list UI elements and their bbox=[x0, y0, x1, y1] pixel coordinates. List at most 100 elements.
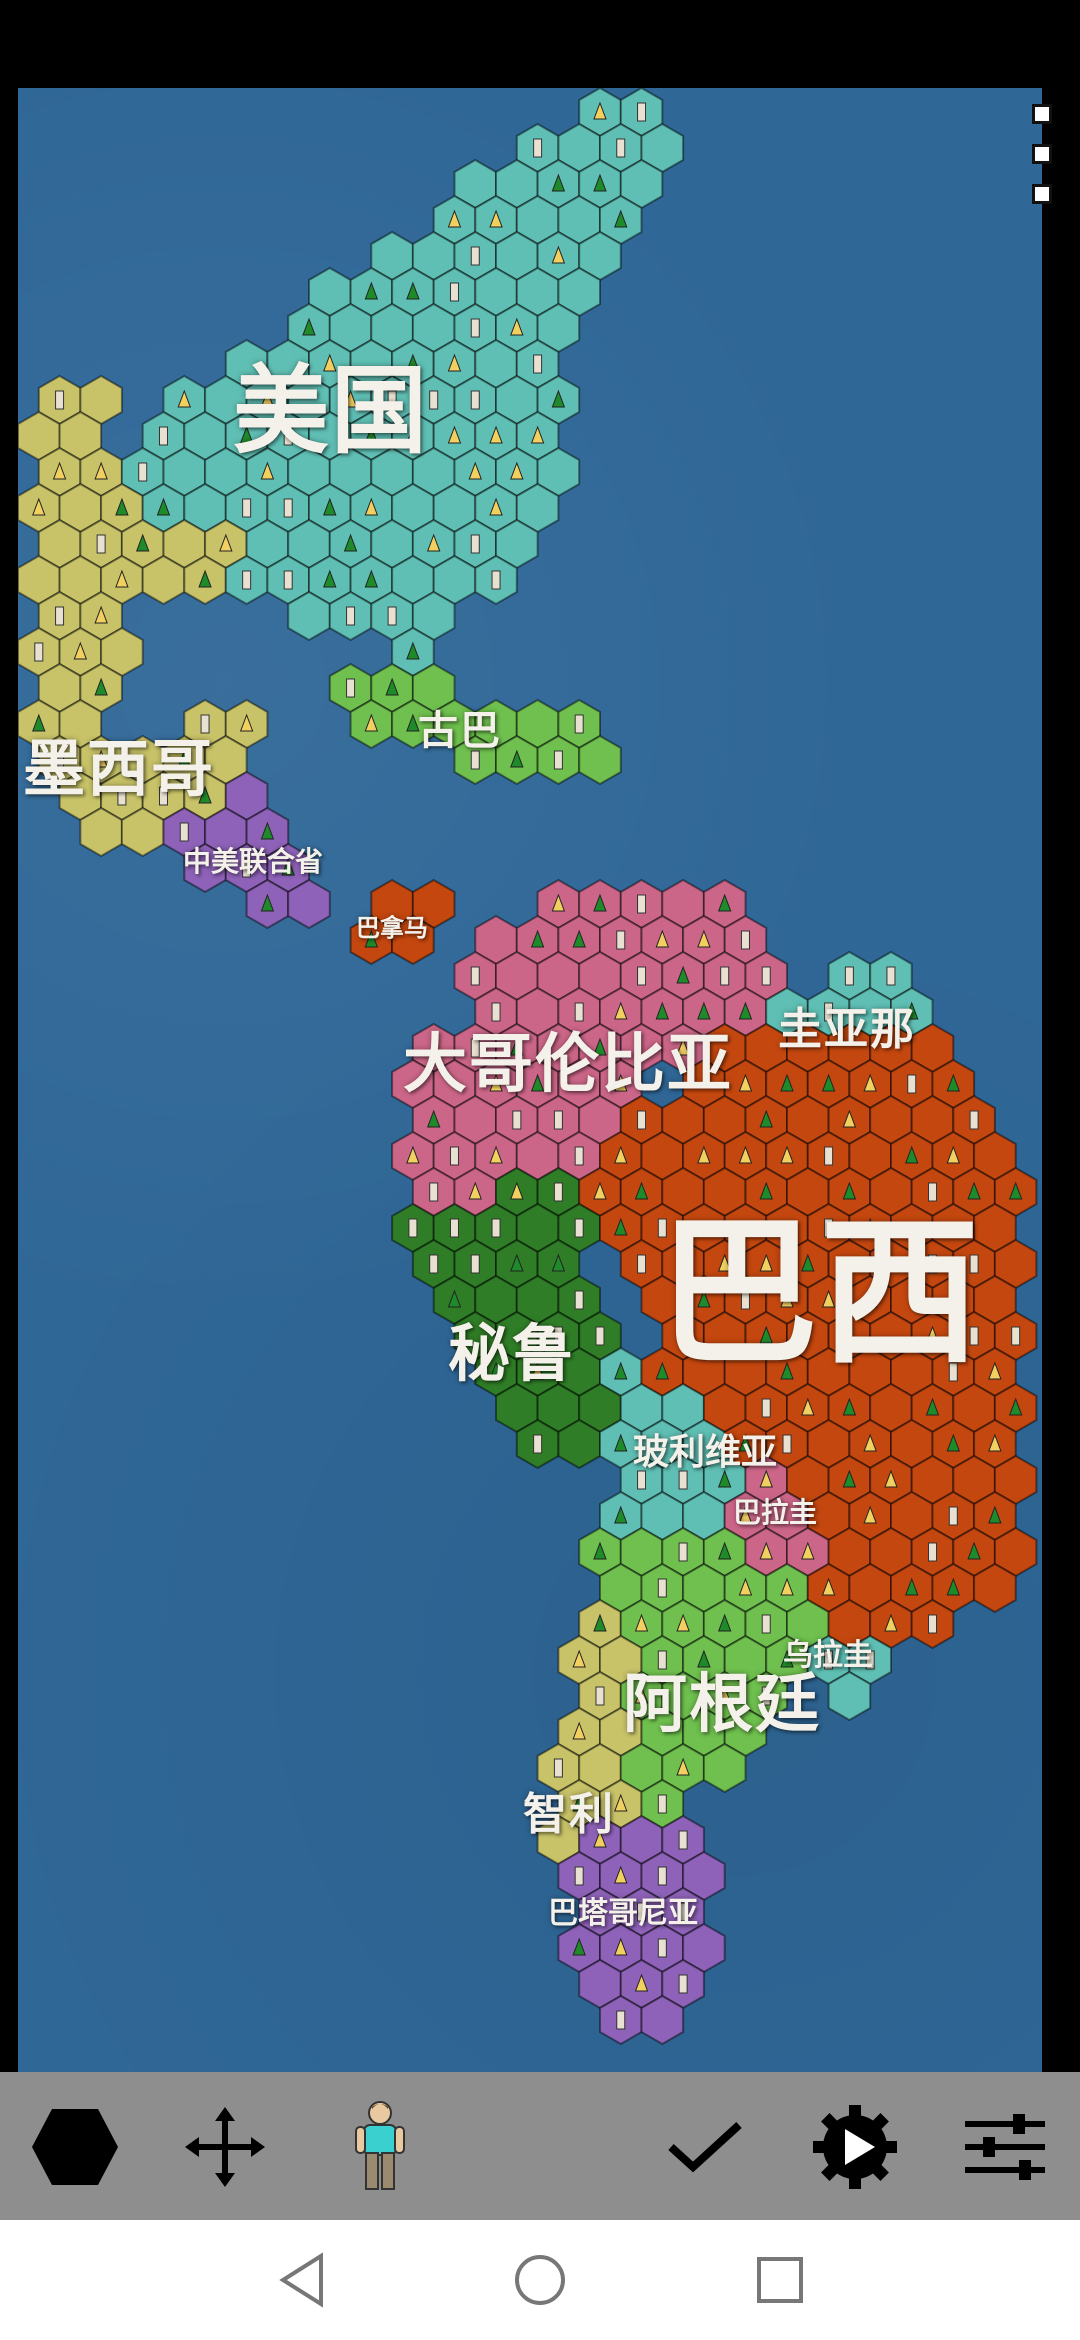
tower-icon bbox=[512, 1110, 522, 1130]
tower-icon bbox=[720, 966, 730, 986]
tower-icon bbox=[533, 354, 543, 374]
tower-icon bbox=[574, 1290, 584, 1310]
tower-icon bbox=[429, 390, 439, 410]
label-bolivia: 玻利维亚 bbox=[633, 1431, 778, 1473]
unit-tool-button[interactable] bbox=[325, 2092, 435, 2202]
tower-icon bbox=[616, 2010, 626, 2030]
menu-dot-icon bbox=[1032, 144, 1052, 164]
tower-icon bbox=[928, 1614, 938, 1634]
label-colombia: 大哥伦比亚 bbox=[403, 1027, 733, 1102]
recents-square-icon bbox=[757, 2257, 803, 2303]
label-cuba: 古巴 bbox=[418, 707, 502, 754]
tower-icon bbox=[740, 930, 750, 950]
tower-icon bbox=[429, 1254, 439, 1274]
tower-icon bbox=[969, 1110, 979, 1130]
label-peru: 秘鲁 bbox=[448, 1317, 577, 1390]
tower-icon bbox=[533, 1434, 543, 1454]
hex-tool-button[interactable] bbox=[20, 2092, 130, 2202]
tower-icon bbox=[844, 966, 854, 986]
tower-icon bbox=[678, 1542, 688, 1562]
label-usa: 美国 bbox=[233, 354, 429, 467]
tower-icon bbox=[34, 642, 44, 662]
tower-icon bbox=[449, 282, 459, 302]
tower-icon bbox=[470, 1254, 480, 1274]
tower-icon bbox=[470, 318, 480, 338]
check-icon bbox=[668, 2122, 742, 2173]
tower-icon bbox=[574, 1218, 584, 1238]
tower-icon bbox=[346, 678, 356, 698]
tower-icon bbox=[470, 966, 480, 986]
tower-icon bbox=[595, 1686, 605, 1706]
tower-icon bbox=[283, 498, 293, 518]
tower-icon bbox=[346, 606, 356, 626]
tower-icon bbox=[242, 498, 252, 518]
tower-icon bbox=[678, 1974, 688, 1994]
tower-icon bbox=[574, 714, 584, 734]
tower-icon bbox=[470, 390, 480, 410]
tower-icon bbox=[637, 1110, 647, 1130]
hexagon-icon bbox=[32, 2109, 118, 2185]
tower-icon bbox=[657, 1794, 667, 1814]
tower-icon bbox=[491, 570, 501, 590]
back-button[interactable] bbox=[270, 2248, 334, 2312]
world-map[interactable]: 美国 墨西哥 古巴 中美联合省 巴拿马 大哥伦比亚 圭亚那 巴西 秘鲁 玻利维亚… bbox=[18, 88, 1042, 2072]
tower-icon bbox=[533, 138, 543, 158]
tower-icon bbox=[637, 966, 647, 986]
tower-icon bbox=[408, 1218, 418, 1238]
tower-icon bbox=[637, 102, 647, 122]
tower-icon bbox=[782, 1434, 792, 1454]
tower-icon bbox=[470, 534, 480, 554]
menu-dot-icon bbox=[1032, 104, 1052, 124]
tower-icon bbox=[948, 1506, 958, 1526]
system-navigation-bar bbox=[0, 2220, 1080, 2340]
tower-icon bbox=[637, 1254, 647, 1274]
tower-icon bbox=[429, 1182, 439, 1202]
move-tool-button[interactable] bbox=[170, 2092, 280, 2202]
play-tool-button[interactable] bbox=[800, 2092, 910, 2202]
gear-play-icon bbox=[813, 2105, 897, 2189]
overflow-menu-button[interactable] bbox=[1032, 104, 1054, 224]
confirm-tool-button[interactable] bbox=[650, 2092, 760, 2202]
tower-icon bbox=[761, 1614, 771, 1634]
label-chile: 智利 bbox=[523, 1789, 615, 1840]
tower-icon bbox=[616, 930, 626, 950]
tower-icon bbox=[616, 138, 626, 158]
tower-icon bbox=[179, 822, 189, 842]
tower-icon bbox=[449, 1146, 459, 1166]
settings-tool-button[interactable] bbox=[950, 2092, 1060, 2202]
tower-icon bbox=[657, 1578, 667, 1598]
tower-icon bbox=[574, 1866, 584, 1886]
tower-icon bbox=[678, 1830, 688, 1850]
tower-icon bbox=[96, 534, 106, 554]
tower-icon bbox=[491, 1218, 501, 1238]
tower-icon bbox=[449, 1218, 459, 1238]
sliders-icon bbox=[965, 2114, 1045, 2180]
tower-icon bbox=[657, 1866, 667, 1886]
home-button[interactable] bbox=[508, 2248, 572, 2312]
recents-button[interactable] bbox=[748, 2248, 812, 2312]
tower-icon bbox=[928, 1542, 938, 1562]
label-central-america: 中美联合省 bbox=[183, 845, 324, 878]
tower-icon bbox=[907, 1074, 917, 1094]
tower-icon bbox=[595, 1326, 605, 1346]
tower-icon bbox=[242, 570, 252, 590]
tower-icon bbox=[637, 894, 647, 914]
tower-icon bbox=[886, 966, 896, 986]
label-brazil: 巴西 bbox=[658, 1198, 983, 1386]
tower-icon bbox=[761, 966, 771, 986]
label-argentina: 阿根廷 bbox=[623, 1667, 821, 1742]
move-arrows-icon bbox=[185, 2107, 265, 2187]
tower-icon bbox=[553, 1110, 563, 1130]
tower-icon bbox=[574, 1146, 584, 1166]
tower-icon bbox=[761, 1398, 771, 1418]
tower-icon bbox=[470, 246, 480, 266]
tower-icon bbox=[553, 750, 563, 770]
person-icon bbox=[355, 2101, 405, 2190]
tower-icon bbox=[553, 1758, 563, 1778]
tower-icon bbox=[1011, 1326, 1021, 1346]
label-paraguay: 巴拉圭 bbox=[733, 1496, 818, 1529]
tower-icon bbox=[553, 1182, 563, 1202]
tower-icon bbox=[283, 570, 293, 590]
bottom-toolbar bbox=[0, 2072, 1080, 2220]
label-mexico: 墨西哥 bbox=[23, 732, 216, 805]
